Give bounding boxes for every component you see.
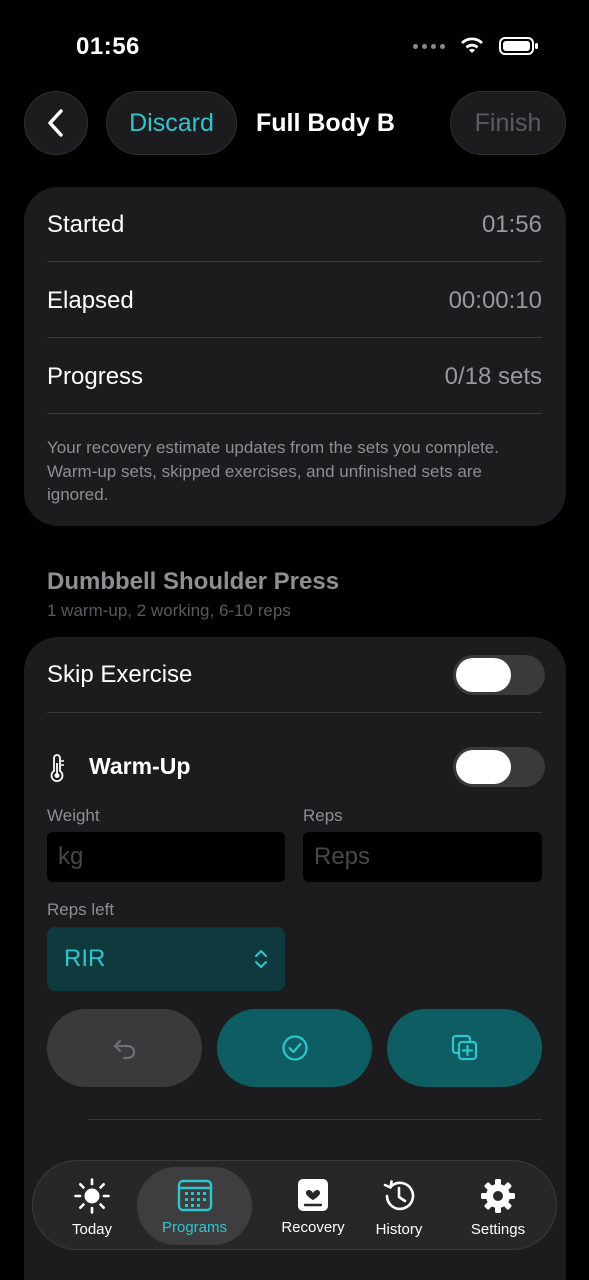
tab-programs[interactable]: Programs <box>137 1167 252 1245</box>
clipboard-heart-icon <box>298 1179 328 1211</box>
navigation-bar: Discard Full Body B Finish <box>0 91 589 155</box>
gear-icon <box>481 1179 515 1213</box>
wifi-icon <box>461 37 483 53</box>
undo-icon <box>113 1039 135 1060</box>
duplicate-set-button[interactable] <box>387 1009 542 1087</box>
divider <box>47 712 542 713</box>
finish-button[interactable]: Finish <box>450 91 566 155</box>
warm-up-toggle[interactable] <box>453 747 545 787</box>
reps-left-label: Reps left <box>47 900 115 919</box>
tab-recovery-label: Recovery <box>281 1219 345 1236</box>
progress-row: Progress 0/18 sets <box>47 339 542 415</box>
checkmark-circle-icon <box>281 1035 308 1061</box>
warm-up-label: Warm-Up <box>89 753 191 779</box>
progress-label: Progress <box>47 363 144 390</box>
back-button[interactable] <box>24 91 88 155</box>
exercise-title: Dumbbell Shoulder Press <box>47 568 340 595</box>
tab-recovery[interactable]: Recovery <box>258 1167 368 1245</box>
tab-history[interactable]: History <box>358 1167 440 1245</box>
started-row: Started 01:56 <box>47 187 542 263</box>
battery-icon <box>499 37 538 55</box>
tab-history-label: History <box>375 1221 423 1238</box>
history-icon <box>383 1180 415 1211</box>
discard-button[interactable]: Discard <box>106 91 237 155</box>
tab-today-label: Today <box>71 1221 113 1238</box>
workout-summary-card: Started 01:56 Elapsed 00:00:10 Progress … <box>24 187 566 526</box>
divider <box>47 337 542 338</box>
elapsed-value: 00:00:10 <box>448 287 542 314</box>
reps-left-value: RIR <box>64 945 106 972</box>
progress-value: 0/18 sets <box>444 363 542 390</box>
calendar-icon <box>177 1179 212 1212</box>
divider <box>47 413 542 414</box>
chevron-up-down-icon <box>255 950 267 968</box>
started-label: Started <box>47 211 125 238</box>
tab-settings-label: Settings <box>470 1221 526 1238</box>
skip-exercise-toggle[interactable] <box>453 655 545 695</box>
sun-icon <box>74 1178 110 1214</box>
divider <box>47 261 542 262</box>
reps-input[interactable]: Reps <box>303 832 542 882</box>
elapsed-label: Elapsed <box>47 287 134 314</box>
started-value: 01:56 <box>481 211 542 238</box>
weight-input[interactable]: kg <box>47 832 285 882</box>
recovery-note: Your recovery estimate updates from the … <box>47 438 499 504</box>
divider <box>88 1119 542 1120</box>
elapsed-row: Elapsed 00:00:10 <box>47 263 542 339</box>
tab-settings[interactable]: Settings <box>453 1167 543 1245</box>
duplicate-icon <box>451 1034 477 1061</box>
tab-today[interactable]: Today <box>47 1167 137 1245</box>
status-bar: 01:56 <box>0 0 589 90</box>
page-title: Full Body B <box>256 109 395 137</box>
undo-button[interactable] <box>47 1009 202 1087</box>
status-time: 01:56 <box>76 33 140 60</box>
signal-icon <box>413 43 445 49</box>
tab-programs-label: Programs <box>161 1219 228 1236</box>
thermometer-icon <box>50 754 64 782</box>
exercise-detail: 1 warm-up, 2 working, 6-10 reps <box>47 601 291 620</box>
complete-set-button[interactable] <box>217 1009 372 1087</box>
tab-bar: Today Programs Recovery History Settings <box>32 1160 557 1250</box>
reps-label: Reps <box>303 806 343 825</box>
weight-label: Weight <box>47 806 100 825</box>
status-icons <box>413 36 539 56</box>
skip-exercise-label: Skip Exercise <box>47 661 193 688</box>
reps-left-select[interactable]: RIR <box>47 927 285 991</box>
chevron-left-icon <box>48 109 63 137</box>
